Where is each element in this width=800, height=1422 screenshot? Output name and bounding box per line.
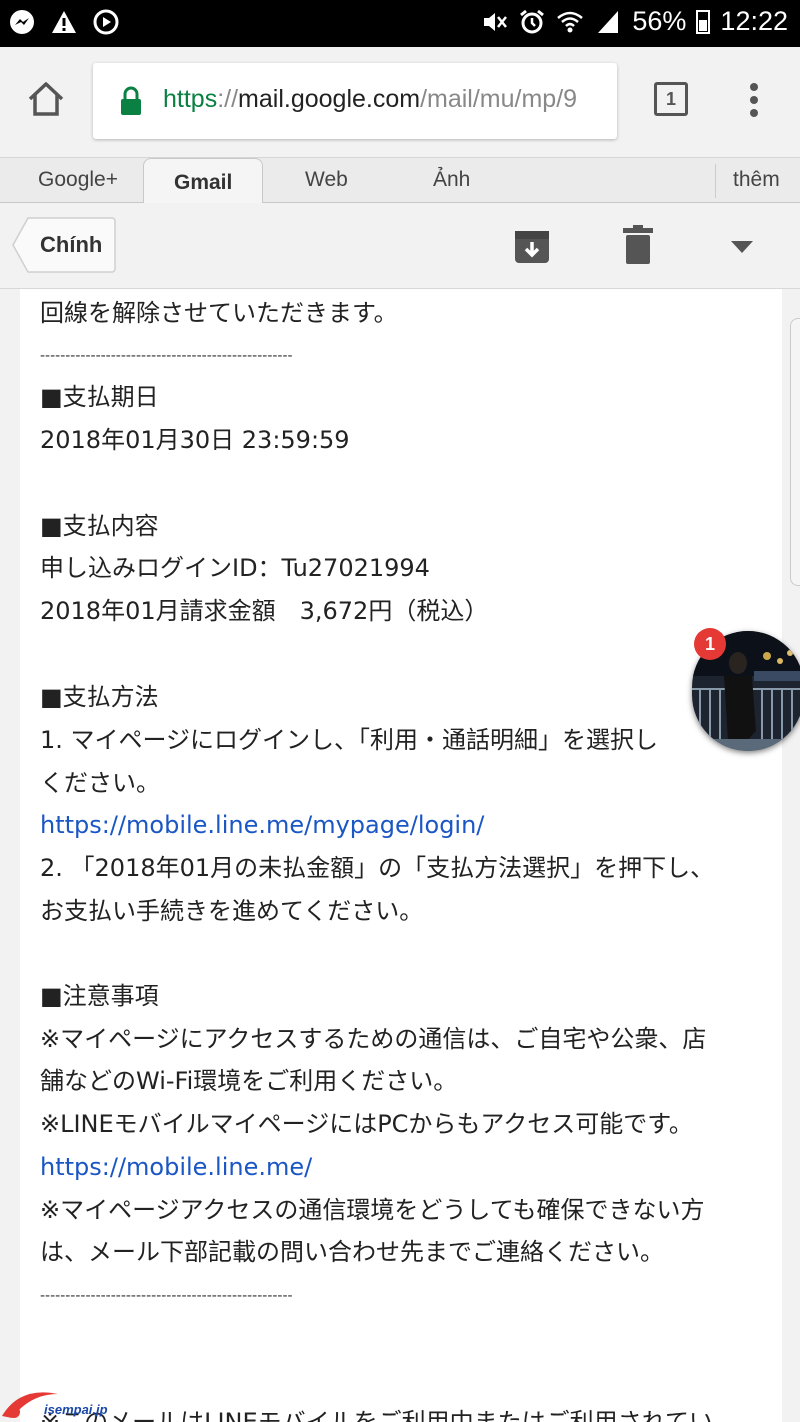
more-caret-icon[interactable] xyxy=(731,241,753,253)
lock-icon xyxy=(121,86,141,115)
email-line: ※LINEモバイルマイページにはPCからもアクセス可能です。 xyxy=(40,1110,693,1138)
gmail-action-bar: Chính xyxy=(0,203,800,289)
tab-images[interactable]: Ảnh xyxy=(433,168,470,192)
sync-icon xyxy=(93,9,119,35)
tab-divider xyxy=(715,164,716,198)
tab-switcher-button[interactable]: 1 xyxy=(654,82,688,116)
wifi-icon xyxy=(557,11,584,32)
tab-more[interactable]: thêm xyxy=(733,168,780,192)
browser-toolbar: https://mail.google.com/mail/mu/mp/9 1 xyxy=(0,47,800,157)
status-bar: 56% 12:22 xyxy=(0,0,800,47)
watermark-text: isempai.jp xyxy=(44,1402,108,1417)
overflow-menu-icon[interactable] xyxy=(748,83,760,119)
messenger-icon xyxy=(10,10,34,34)
tab-google-plus[interactable]: Google+ xyxy=(38,168,118,192)
email-body: 回線を解除させていただきます。 ------------------------… xyxy=(20,289,782,1422)
email-line: お支払い手続きを進めてください。 xyxy=(40,897,424,925)
email-line: 2. 「2018年01月の未払金額」の「支払方法選択」を押下し、 xyxy=(40,854,715,882)
email-line: 回線を解除させていただきます。 xyxy=(40,299,398,327)
section-heading-method: ■支払方法 xyxy=(40,683,159,711)
tab-web[interactable]: Web xyxy=(305,168,348,192)
back-to-inbox-button[interactable]: Chính xyxy=(12,217,116,273)
warning-icon xyxy=(52,11,76,33)
email-line: 1. マイページにログインし、「利用・通話明細」を選択し xyxy=(40,726,659,754)
email-line: ※マイページにアクセスするための通信は、ご自宅や公衆、店 xyxy=(40,1025,707,1053)
battery-percent: 56% xyxy=(632,6,687,36)
signal-icon xyxy=(598,10,619,33)
separator-line: ----------------------------------------… xyxy=(40,348,293,364)
mute-icon xyxy=(484,12,508,31)
url-host: mail.google.com xyxy=(238,85,421,113)
email-line: 2018年01月30日 23:59:59 xyxy=(40,426,350,454)
email-line: 2018年01月請求金額 3,672円（税込） xyxy=(40,597,489,625)
archive-icon[interactable] xyxy=(513,227,551,265)
url-text: https://mail.google.com/mail/mu/mp/9 xyxy=(163,85,577,114)
chat-notification-badge: 1 xyxy=(694,628,726,660)
scroll-edge-handle[interactable] xyxy=(790,318,800,586)
email-line: ※このメールはLINEモバイルをご利用中またはご利用されてい xyxy=(40,1408,713,1422)
url-separator: :// xyxy=(217,85,239,113)
google-product-tabs: Google+ Gmail Web Ảnh thêm xyxy=(0,157,800,204)
section-heading-details: ■支払内容 xyxy=(40,512,159,540)
home-icon[interactable] xyxy=(26,79,66,119)
separator-line: ----------------------------------------… xyxy=(40,1288,293,1304)
url-scheme: https xyxy=(163,85,218,113)
email-line: ください。 xyxy=(40,769,160,797)
trash-icon[interactable] xyxy=(623,225,653,265)
alarm-icon xyxy=(520,9,545,33)
section-heading-due-date: ■支払期日 xyxy=(40,383,159,411)
back-label: Chính xyxy=(40,232,103,257)
section-heading-notes: ■注意事項 xyxy=(40,982,159,1010)
email-line: は、メール下部記載の問い合わせ先までご連絡ください。 xyxy=(40,1238,664,1266)
email-line: 舗などのWi-Fi環境をご利用ください。 xyxy=(40,1067,458,1095)
email-line: ※マイページアクセスの通信環境をどうしても確保できない方 xyxy=(40,1196,705,1224)
watermark-logo: isempai.jp xyxy=(0,1384,130,1422)
battery-icon xyxy=(696,9,711,34)
clock: 12:22 xyxy=(720,6,788,36)
email-line: 申し込みログインID：Tu27021994 xyxy=(40,554,430,582)
tab-gmail[interactable]: Gmail xyxy=(143,158,264,204)
mobile-line-link[interactable]: https://mobile.line.me/ xyxy=(40,1152,312,1182)
url-path: /mail/mu/mp/9 xyxy=(420,85,578,113)
address-bar[interactable]: https://mail.google.com/mail/mu/mp/9 xyxy=(93,63,617,139)
mypage-login-link[interactable]: https://mobile.line.me/mypage/login/ xyxy=(40,810,484,840)
